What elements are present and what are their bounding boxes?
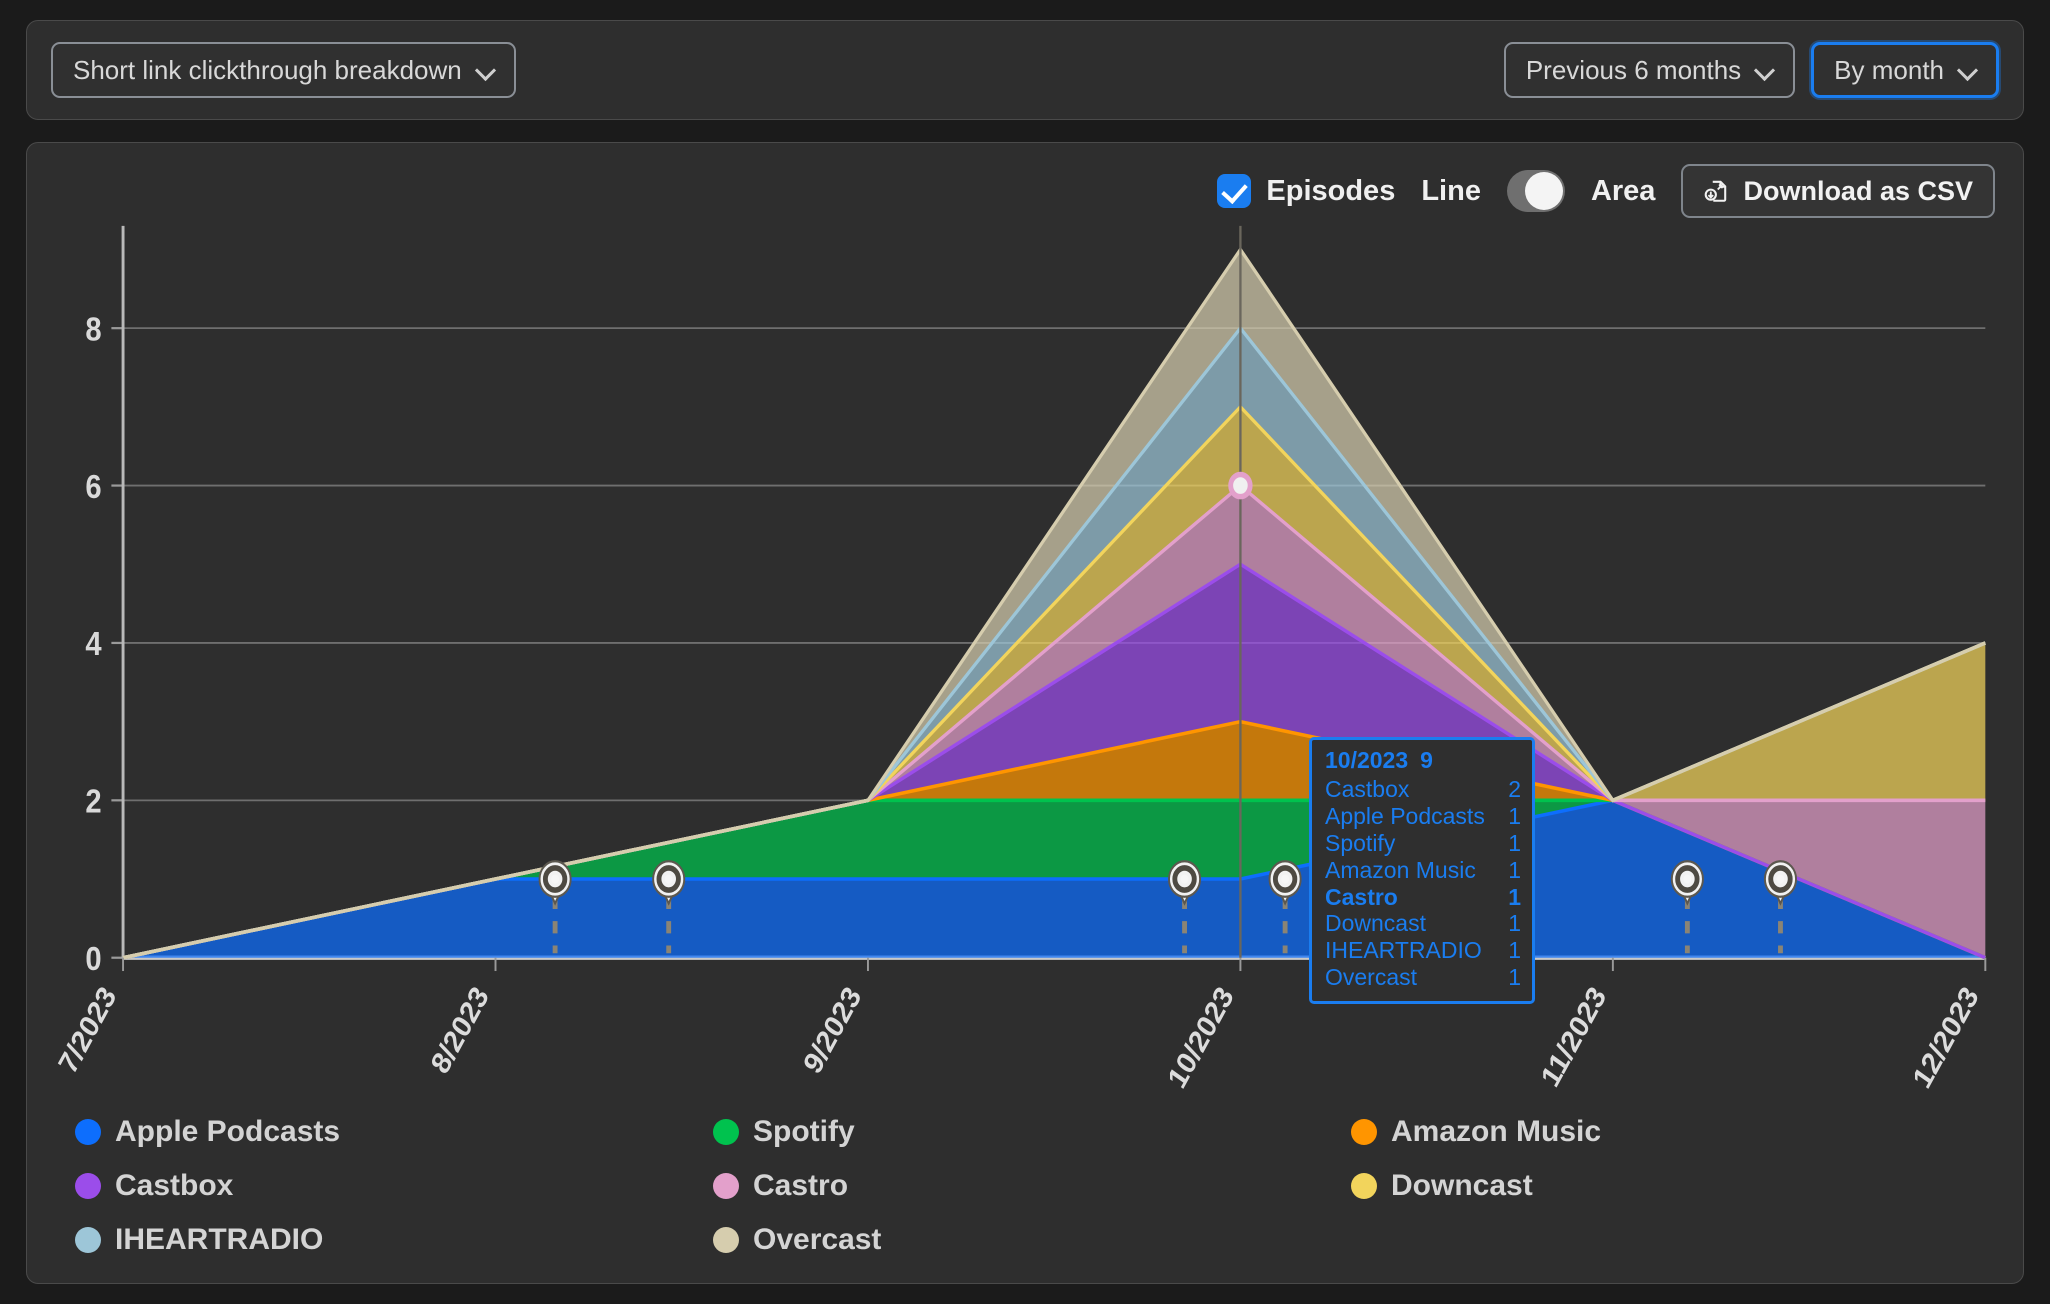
legend-item[interactable]: Overcast: [713, 1223, 1351, 1257]
tooltip-row-value: 1: [1508, 910, 1521, 937]
date-range-select[interactable]: Previous 6 months: [1503, 42, 1796, 98]
right-select-group: Previous 6 months By month: [1503, 42, 1999, 98]
episode-marker-dot: [551, 874, 559, 884]
x-axis-tick-label: 9/2023: [798, 981, 867, 1080]
tooltip-row: Overcast 1: [1325, 964, 1521, 991]
legend-color-dot: [75, 1173, 101, 1199]
tooltip-row-value: 1: [1508, 964, 1521, 991]
tooltip-row: Amazon Music 1: [1325, 856, 1521, 883]
legend-label: Amazon Music: [1391, 1115, 1602, 1148]
x-axis-tick-label: 12/2023: [1908, 981, 1985, 1093]
tooltip-rows: Castbox 2 Apple Podcasts 1 Spotify 1 Amazon Mu…: [1325, 775, 1521, 991]
legend-label: IHEARTRADIO: [115, 1223, 324, 1256]
y-axis-tick-label: 8: [85, 311, 101, 348]
legend-item[interactable]: Spotify: [713, 1115, 1351, 1149]
tooltip-row-value: 1: [1508, 802, 1521, 829]
area-mode-label[interactable]: Area: [1591, 175, 1656, 208]
tooltip-row-name: Castbox: [1325, 775, 1410, 802]
legend-label: Overcast: [753, 1223, 882, 1256]
legend-label: Spotify: [753, 1115, 855, 1148]
y-axis-tick-label: 6: [85, 468, 101, 505]
tooltip-row: Downcast 1: [1325, 912, 1521, 936]
chart-tooltip: 10/2023 9 Castbox 2 Apple Podcasts 1 Spotify…: [1309, 737, 1535, 1005]
stacked-area-chart: 0 2 4 6 8 7/2023 8/2023 9/2023 10/2023 11/2023 12/…: [53, 225, 1987, 1093]
tooltip-row-name: Amazon Music: [1325, 856, 1476, 883]
metric-select-value: Short link clickthrough breakdown: [73, 54, 462, 85]
tooltip-total: 9: [1420, 747, 1433, 773]
chevron-down-icon: [476, 60, 496, 80]
legend-color-dot: [713, 1173, 739, 1199]
legend-color-dot: [1351, 1173, 1377, 1199]
granularity-select-value: By month: [1834, 54, 1944, 85]
legend-color-dot: [75, 1227, 101, 1253]
x-axis-tick-label: 10/2023: [1163, 981, 1240, 1093]
tooltip-row: Castro 1: [1325, 883, 1521, 910]
legend-label: Castbox: [115, 1169, 234, 1202]
episode-marker-dot: [1281, 874, 1290, 884]
tooltip-header: 10/2023 9: [1325, 747, 1521, 773]
legend-item[interactable]: Castro: [713, 1169, 1351, 1203]
download-document-icon: [1705, 180, 1727, 202]
legend-item[interactable]: Apple Podcasts: [75, 1115, 713, 1149]
download-csv-label: Download as CSV: [1743, 175, 1973, 206]
x-axis-tick-label: 8/2023: [426, 981, 495, 1080]
legend-color-dot: [713, 1119, 739, 1145]
date-range-select-value: Previous 6 months: [1525, 54, 1742, 85]
episodes-checkbox[interactable]: Episodes: [1217, 174, 1395, 208]
episodes-label: Episodes: [1266, 174, 1396, 207]
legend-item[interactable]: IHEARTRADIO: [75, 1223, 713, 1257]
legend-color-dot: [75, 1119, 101, 1145]
chart-legend: Apple Podcasts Spotify Amazon Music Castbox…: [53, 1093, 1997, 1265]
tooltip-row-value: 1: [1508, 883, 1521, 910]
line-area-toggle[interactable]: [1506, 170, 1565, 212]
tooltip-row: Castbox 2: [1325, 775, 1521, 802]
y-axis-tick-label: 0: [85, 940, 101, 977]
download-csv-button[interactable]: Download as CSV: [1681, 164, 1995, 218]
tooltip-date: 10/2023: [1325, 747, 1409, 773]
chart-toolbar: Episodes Line Area Download as CSV: [53, 164, 1997, 218]
plot-area: 0 2 4 6 8 7/2023 8/2023 9/2023 10/2023 11/2023 12/…: [53, 217, 1997, 1093]
episode-marker-dot: [1180, 874, 1189, 884]
analytics-page: Short link clickthrough breakdown Previo…: [0, 0, 2050, 1304]
y-axis-tick-label: 4: [85, 625, 102, 662]
tooltip-row-name: IHEARTRADIO: [1325, 937, 1482, 964]
tooltip-row-name: Spotify: [1325, 829, 1396, 856]
legend-label: Downcast: [1391, 1169, 1533, 1202]
tooltip-row-value: 2: [1508, 775, 1521, 802]
control-bar: Short link clickthrough breakdown Previo…: [26, 20, 2024, 120]
legend-label: Apple Podcasts: [115, 1115, 341, 1148]
legend-label: Castro: [753, 1169, 849, 1202]
granularity-select[interactable]: By month: [1811, 42, 1999, 98]
legend-item[interactable]: Amazon Music: [1351, 1115, 1989, 1149]
chevron-down-icon: [1958, 60, 1978, 80]
check-icon: [1217, 174, 1252, 208]
legend-item[interactable]: Castbox: [75, 1169, 713, 1203]
tooltip-row: IHEARTRADIO 1: [1325, 937, 1521, 964]
tooltip-row-value: 1: [1508, 937, 1521, 964]
toggle-knob: [1524, 172, 1563, 210]
x-axis-tick-label: 7/2023: [53, 981, 122, 1080]
metric-select[interactable]: Short link clickthrough breakdown: [51, 42, 516, 98]
tooltip-row-name: Downcast: [1325, 910, 1426, 937]
legend-color-dot: [1351, 1119, 1377, 1145]
episode-marker-dot: [1683, 874, 1692, 884]
tooltip-row: Apple Podcasts 1: [1325, 802, 1521, 829]
tooltip-row-value: 1: [1508, 829, 1521, 856]
x-axis-tick-label: 11/2023: [1536, 981, 1613, 1093]
tooltip-row-value: 1: [1508, 856, 1521, 883]
chevron-down-icon: [1755, 60, 1775, 80]
y-axis-tick-label: 2: [85, 783, 101, 820]
tooltip-row-name: Apple Podcasts: [1325, 802, 1485, 829]
highlighted-data-point: [1228, 471, 1253, 500]
tooltip-row-name: Castro: [1325, 883, 1398, 910]
tooltip-row: Spotify 1: [1325, 829, 1521, 856]
episode-marker-dot: [1776, 874, 1785, 884]
episode-marker-dot: [664, 874, 673, 884]
legend-item[interactable]: Downcast: [1351, 1169, 1989, 1203]
legend-color-dot: [713, 1227, 739, 1253]
chart-card: Episodes Line Area Download as CSV 0 2 4 6 8…: [26, 142, 2024, 1284]
line-mode-label[interactable]: Line: [1421, 175, 1481, 208]
tooltip-row-name: Overcast: [1325, 964, 1418, 991]
